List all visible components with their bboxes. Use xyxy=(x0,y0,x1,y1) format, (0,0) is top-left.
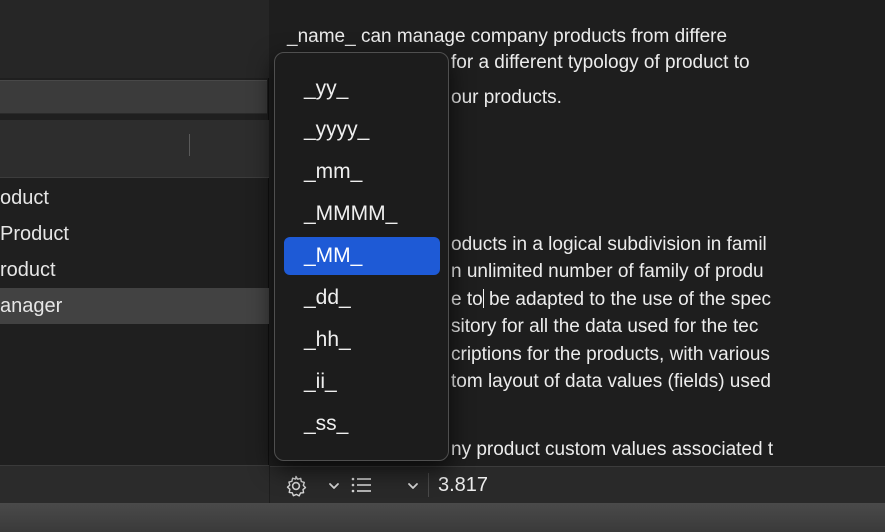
editor-line-with-caret: e to be adapted to the use of the spec xyxy=(451,287,771,313)
status-value: 3.817 xyxy=(438,474,489,496)
editor-status-bar: 3.817 xyxy=(270,466,885,503)
menu-item[interactable]: _yy_ xyxy=(284,70,440,108)
sidebar-item[interactable]: oduct xyxy=(0,180,269,216)
format-popup-menu: _yy_ _yyyy_ _mm_ _MMMM_ _MM_ _dd_ _hh_ _… xyxy=(274,52,449,461)
menu-item[interactable]: _ss_ xyxy=(284,405,440,443)
sidebar-column-header xyxy=(0,120,269,178)
editor-line: oducts in a logical subdivision in famil xyxy=(451,234,767,255)
editor-line: sitory for all the data used for the tec xyxy=(451,316,759,337)
sidebar-item-selected[interactable]: anager xyxy=(0,288,269,324)
sidebar-item[interactable]: roduct xyxy=(0,252,269,288)
list-icon[interactable] xyxy=(350,475,374,497)
sidebar-item[interactable]: Product xyxy=(0,216,269,252)
menu-item[interactable]: _yyyy_ xyxy=(284,111,440,149)
menu-item-highlighted[interactable]: _MM_ xyxy=(284,237,440,275)
editor-line: ny product custom values associated t xyxy=(451,439,774,460)
sidebar-bottom-bar xyxy=(0,465,269,503)
chevron-down-icon[interactable] xyxy=(406,476,420,498)
chevron-down-icon[interactable] xyxy=(327,476,341,498)
gear-icon[interactable] xyxy=(284,474,308,497)
sidebar-top-area xyxy=(0,0,269,78)
menu-item[interactable]: _dd_ xyxy=(284,279,440,317)
column-separator[interactable] xyxy=(189,134,190,156)
editor-text-before-caret: e to xyxy=(451,289,483,310)
menu-item[interactable]: _MMMM_ xyxy=(284,195,440,233)
menu-item[interactable]: _ii_ xyxy=(284,363,440,401)
sidebar-search-field[interactable] xyxy=(0,80,267,114)
sidebar-list: oduct Product roduct anager xyxy=(0,180,269,324)
editor-line: tom layout of data values (fields) used xyxy=(451,371,772,392)
editor-line: n unlimited number of family of produ xyxy=(451,261,764,282)
menu-item[interactable]: _hh_ xyxy=(284,321,440,359)
editor-line: _name_ can manage company products from … xyxy=(287,26,728,47)
editor-line: our products. xyxy=(451,87,562,108)
editor-line: for a different typology of product to xyxy=(451,52,750,73)
editor-line: criptions for the products, with various xyxy=(451,344,770,365)
menu-item[interactable]: _mm_ xyxy=(284,153,440,191)
toolbar-separator xyxy=(428,473,429,497)
window-bottom-edge xyxy=(0,503,885,532)
sidebar: oduct Product roduct anager xyxy=(0,0,269,503)
editor-text-after-caret: be adapted to the use of the spec xyxy=(483,289,772,310)
